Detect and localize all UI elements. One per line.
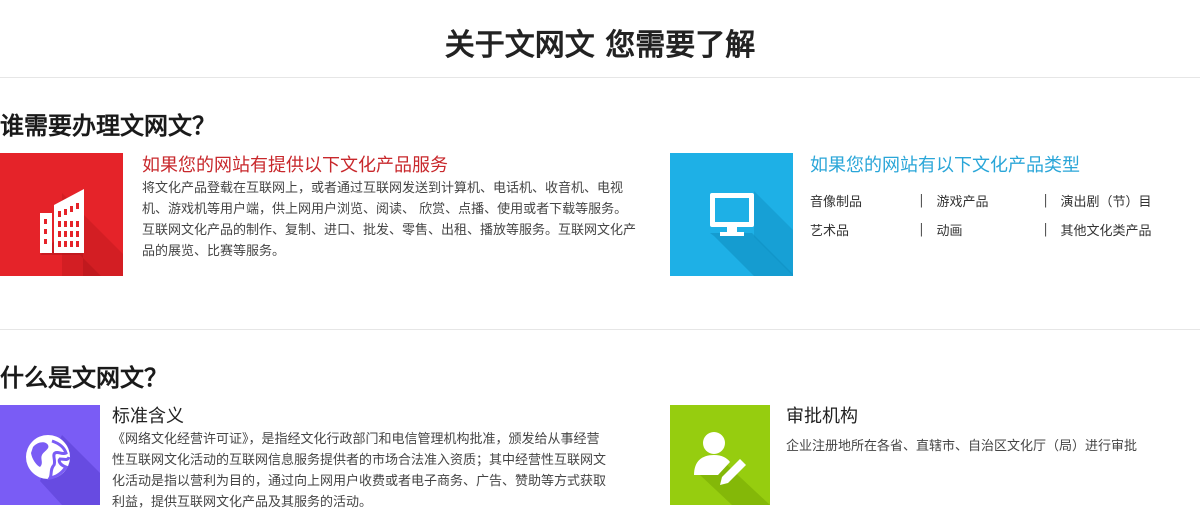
category-separator: | (1043, 222, 1048, 237)
building-tile (0, 153, 123, 276)
category-item: 动画 (936, 224, 963, 239)
standard-meaning-text: 《网络文化经营许可证》，是指经文化行政部门和电信管理机构批准，颁发给从事经营性互… (112, 432, 607, 510)
service-description: 将文化产品登载在互联网上，或者通过互联网发送到计算机、电话机、收音机、电视机、游… (142, 178, 642, 262)
globe-icon (0, 405, 100, 505)
category-item: 游戏产品 (936, 195, 989, 210)
category-separator: | (919, 222, 924, 237)
approval-authority-heading: 审批机构 (786, 406, 858, 427)
category-item: 音像制品 (810, 195, 863, 210)
product-types-grid: 音像制品 | 游戏产品 | 演出剧（节）目 艺术品 | 动画 | 其他文化类产品 (810, 186, 1152, 244)
monitor-tile (670, 153, 793, 276)
standard-meaning-heading: 标准含义 (112, 406, 184, 427)
user-edit-tile (670, 405, 770, 505)
section-title-who: 谁需要办理文网文？ (0, 112, 216, 140)
page-title: 关于文网文 您需要了解 (444, 28, 756, 63)
product-types-heading: 如果您的网站有以下文化产品类型 (810, 155, 1080, 176)
category-item: 其他文化类产品 (1060, 224, 1152, 239)
service-heading: 如果您的网站有提供以下文化产品服务 (142, 155, 448, 176)
category-separator: | (919, 193, 924, 208)
category-item: 艺术品 (810, 224, 850, 239)
service-paragraph-1: 将文化产品登载在互联网上，或者通过互联网发送到计算机、电话机、收音机、电视机、游… (142, 181, 628, 217)
category-item: 演出剧（节）目 (1060, 195, 1152, 210)
user-edit-icon (670, 405, 770, 505)
approval-authority-text: 企业注册地所在各省、直辖市、自治区文化厅（局）进行审批 (786, 439, 1138, 454)
top-divider (0, 77, 1200, 78)
section-title-what: 什么是文网文？ (0, 364, 168, 392)
globe-tile (0, 405, 100, 505)
category-separator: | (1043, 193, 1048, 208)
middle-divider (0, 329, 1200, 330)
category-row: 音像制品 | 游戏产品 | 演出剧（节）目 (810, 186, 1152, 215)
category-row: 艺术品 | 动画 | 其他文化类产品 (810, 215, 1152, 244)
monitor-icon (670, 153, 793, 276)
building-icon (0, 153, 123, 276)
service-paragraph-2: 互联网文化产品的制作、复制、进口、批发、零售、出租、播放等服务。互联网文化产品的… (142, 223, 637, 259)
